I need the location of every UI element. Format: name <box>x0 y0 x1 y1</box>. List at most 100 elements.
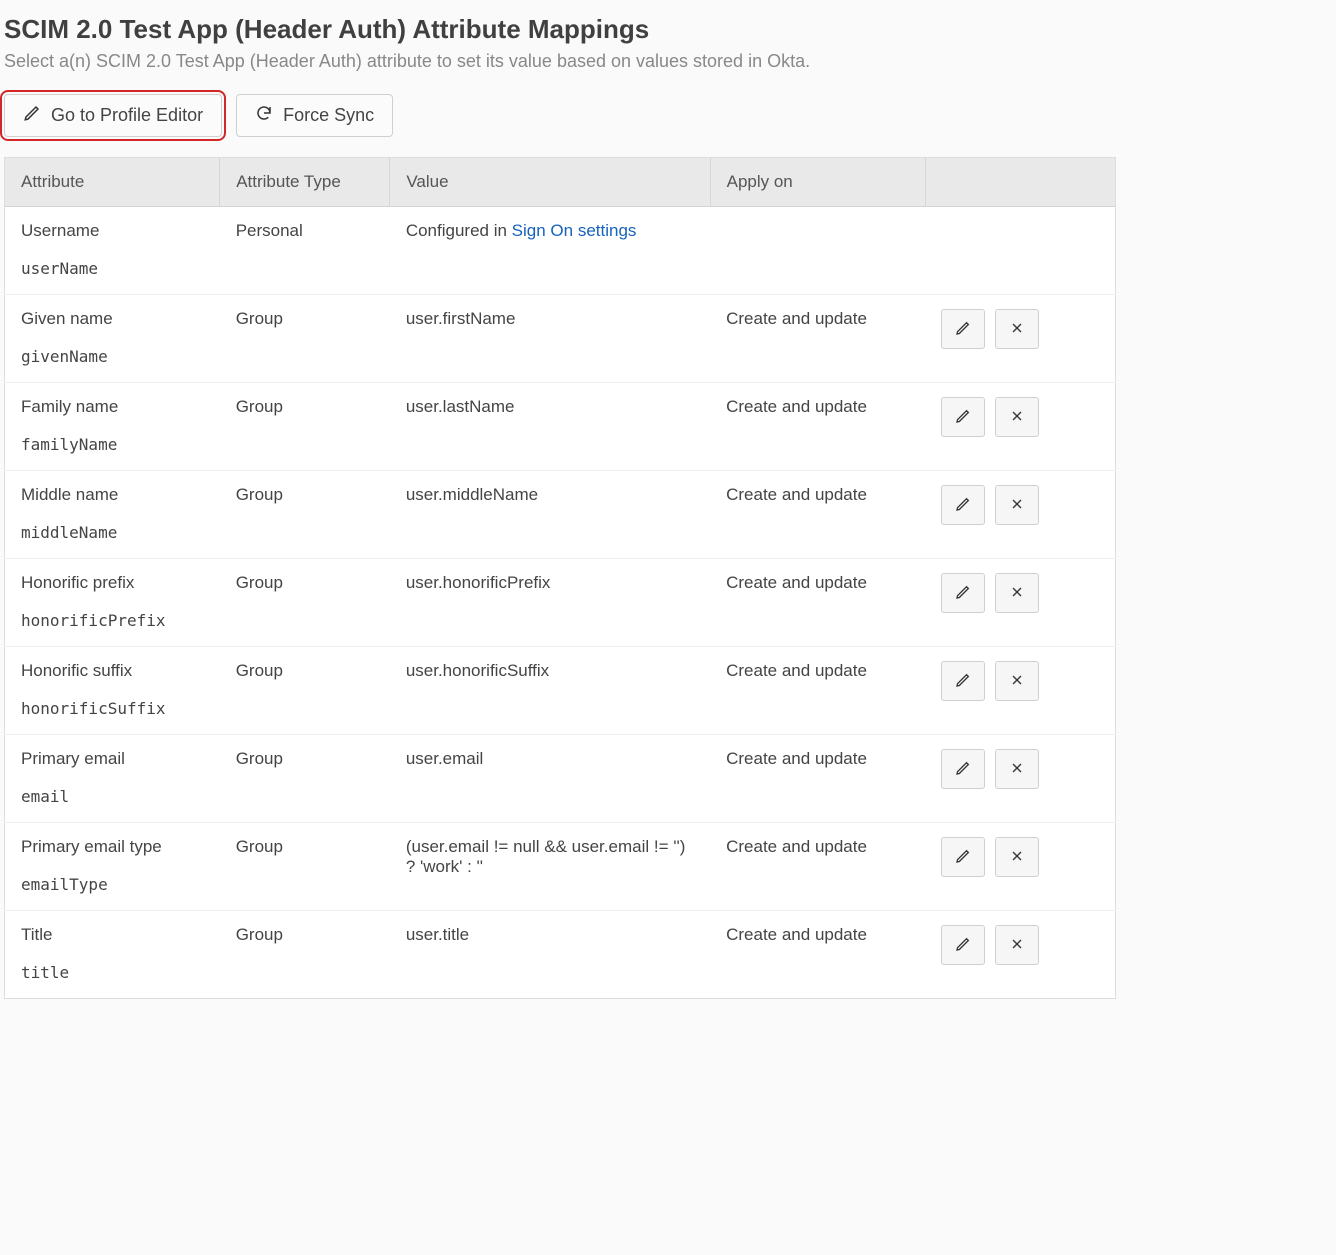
column-header-attribute-type: Attribute Type <box>220 158 390 207</box>
column-header-apply-on: Apply on <box>710 158 925 207</box>
table-row: Primary emailemailGroupuser.emailCreate … <box>5 735 1116 823</box>
apply-on <box>710 207 925 295</box>
actions-cell <box>925 911 1115 999</box>
pencil-icon <box>955 848 971 867</box>
apply-on: Create and update <box>710 647 925 735</box>
remove-button[interactable] <box>995 749 1039 789</box>
value-text: user.honorificPrefix <box>406 573 551 592</box>
value-text: user.email <box>406 749 483 768</box>
go-to-profile-editor-label: Go to Profile Editor <box>51 105 203 126</box>
attribute-display-name: Honorific prefix <box>21 573 204 593</box>
close-icon <box>1009 584 1025 603</box>
remove-button[interactable] <box>995 837 1039 877</box>
close-icon <box>1009 760 1025 779</box>
edit-button[interactable] <box>941 573 985 613</box>
attribute-value: user.honorificSuffix <box>390 647 710 735</box>
attribute-variable-name: userName <box>21 259 204 278</box>
table-row: Honorific suffix honorificSuffix Group user… <box>5 647 1116 735</box>
toolbar: Go to Profile Editor Force Sync <box>4 94 1116 137</box>
attribute-display-name: Honorific suffix <box>21 661 204 681</box>
close-icon <box>1009 848 1025 867</box>
attribute-value: user.title <box>390 911 710 999</box>
attribute-display-name: Middle name <box>21 485 204 505</box>
pencil-icon <box>955 320 971 339</box>
attribute-type: Personal <box>220 207 390 295</box>
value-text: user.honorificSuffix <box>406 661 549 680</box>
close-icon <box>1009 936 1025 955</box>
attribute-type: Group <box>220 823 390 911</box>
remove-button[interactable] <box>995 661 1039 701</box>
attribute-value: user.middleName <box>390 471 710 559</box>
remove-button[interactable] <box>995 397 1039 437</box>
column-header-value: Value <box>390 158 710 207</box>
value-text: (user.email != null && user.email != '')… <box>406 837 686 876</box>
table-row: Primary email typeemailTypeGroup(user.em… <box>5 823 1116 911</box>
attribute-variable-name: honorificPrefix <box>21 611 204 630</box>
page-title: SCIM 2.0 Test App (Header Auth) Attribut… <box>4 14 1116 45</box>
value-text: user.firstName <box>406 309 516 328</box>
pencil-icon <box>955 760 971 779</box>
edit-button[interactable] <box>941 397 985 437</box>
attribute-variable-name: honorificSuffix <box>21 699 204 718</box>
apply-on: Create and update <box>710 735 925 823</box>
pencil-icon <box>955 496 971 515</box>
sign-on-settings-link[interactable]: Sign On settings <box>512 221 637 240</box>
attribute-value: user.honorificPrefix <box>390 559 710 647</box>
actions-cell <box>925 735 1115 823</box>
page-subtitle: Select a(n) SCIM 2.0 Test App (Header Au… <box>4 51 1116 72</box>
go-to-profile-editor-button[interactable]: Go to Profile Editor <box>4 94 222 137</box>
apply-on: Create and update <box>710 295 925 383</box>
column-header-attribute: Attribute <box>5 158 220 207</box>
remove-button[interactable] <box>995 925 1039 965</box>
value-text: user.middleName <box>406 485 538 504</box>
table-row: Given namegivenNameGroupuser.firstNameCr… <box>5 295 1116 383</box>
close-icon <box>1009 320 1025 339</box>
table-row: UsernameuserNamePersonalConfigured in Si… <box>5 207 1116 295</box>
attribute-variable-name: email <box>21 787 204 806</box>
close-icon <box>1009 496 1025 515</box>
attribute-type: Group <box>220 647 390 735</box>
force-sync-label: Force Sync <box>283 105 374 126</box>
attribute-type: Group <box>220 735 390 823</box>
edit-button[interactable] <box>941 661 985 701</box>
edit-button[interactable] <box>941 485 985 525</box>
actions-cell <box>925 823 1115 911</box>
attribute-value: user.lastName <box>390 383 710 471</box>
table-row: Middle name middleName Group user.middleNam… <box>5 471 1116 559</box>
value-text: user.lastName <box>406 397 515 416</box>
attribute-value: Configured in Sign On settings <box>390 207 710 295</box>
apply-on: Create and update <box>710 911 925 999</box>
table-row: Family name familyName Group user.lastName C… <box>5 383 1116 471</box>
table-row: Honorific prefixhonorificPrefixGroupuser… <box>5 559 1116 647</box>
attribute-type: Group <box>220 383 390 471</box>
table-row: TitletitleGroupuser.titleCreate and upda… <box>5 911 1116 999</box>
edit-button[interactable] <box>941 925 985 965</box>
pencil-icon <box>955 408 971 427</box>
actions-cell <box>925 647 1115 735</box>
attribute-variable-name: middleName <box>21 523 204 542</box>
value-prefix: Configured in <box>406 221 512 240</box>
attribute-display-name: Given name <box>21 309 204 329</box>
attribute-type: Group <box>220 471 390 559</box>
actions-cell <box>925 207 1115 295</box>
force-sync-button[interactable]: Force Sync <box>236 94 393 137</box>
actions-cell <box>925 559 1115 647</box>
close-icon <box>1009 672 1025 691</box>
remove-button[interactable] <box>995 309 1039 349</box>
edit-button[interactable] <box>941 837 985 877</box>
remove-button[interactable] <box>995 573 1039 613</box>
apply-on: Create and update <box>710 559 925 647</box>
apply-on: Create and update <box>710 471 925 559</box>
pencil-icon <box>955 936 971 955</box>
actions-cell <box>925 295 1115 383</box>
attribute-type: Group <box>220 295 390 383</box>
close-icon <box>1009 408 1025 427</box>
remove-button[interactable] <box>995 485 1039 525</box>
apply-on: Create and update <box>710 823 925 911</box>
attribute-value: user.email <box>390 735 710 823</box>
attribute-display-name: Family name <box>21 397 204 417</box>
edit-button[interactable] <box>941 309 985 349</box>
attribute-variable-name: familyName <box>21 435 204 454</box>
apply-on: Create and update <box>710 383 925 471</box>
edit-button[interactable] <box>941 749 985 789</box>
